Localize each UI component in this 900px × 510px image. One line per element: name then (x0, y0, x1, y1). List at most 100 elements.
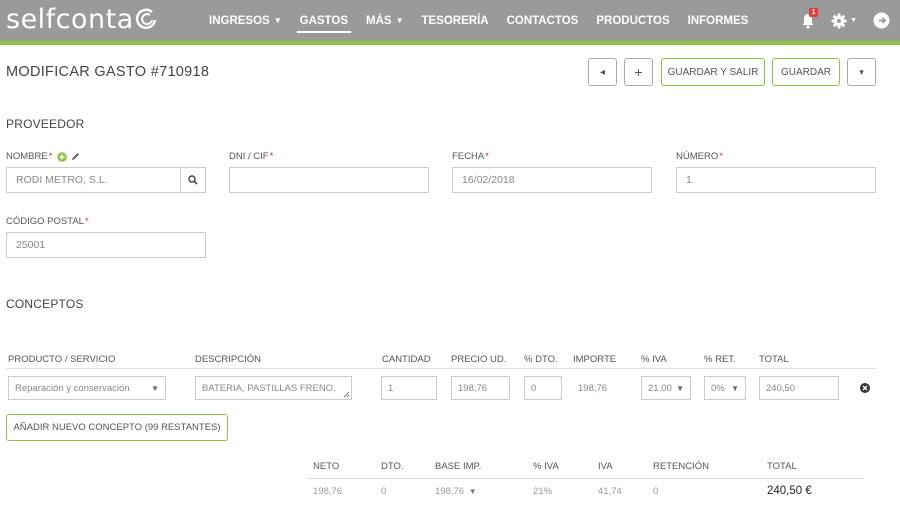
col-precio: PRECIO UD. (451, 354, 507, 365)
remove-row-icon[interactable] (860, 383, 870, 393)
total-piva-header: % IVA (533, 461, 559, 472)
importe-value: 198,76 (578, 382, 608, 394)
dni-field[interactable] (229, 167, 429, 193)
col-dto: % DTO. (524, 354, 558, 365)
nav-label: INFORMES (687, 14, 749, 27)
nav-tesoreria[interactable]: TESORERÍA (421, 0, 488, 41)
caret-down-icon: ▼ (151, 383, 159, 393)
label-text: CÓDIGO POSTAL (6, 216, 84, 227)
nav-label: MÁS (366, 14, 392, 27)
producto-value: Reparación y conservación (15, 382, 130, 394)
section-conceptos: CONCEPTOS (6, 297, 84, 311)
logout-icon (873, 12, 890, 29)
pencil-icon[interactable] (71, 152, 80, 161)
search-provider-button[interactable] (180, 167, 206, 193)
nombre-value: RODI METRO, S.L. (16, 174, 108, 186)
notifications-button[interactable]: 1 (801, 7, 819, 29)
col-producto: PRODUCTO / SERVICIO (8, 354, 116, 365)
chevron-left-icon: ◂ (599, 66, 606, 78)
dni-label: DNI / CIF * (229, 151, 273, 162)
nav-label: GASTOS (299, 14, 348, 27)
new-button[interactable]: + (624, 58, 653, 86)
save-and-exit-button[interactable]: GUARDAR Y SALIR (661, 58, 765, 86)
total-iva-value: 41,74 (598, 486, 622, 497)
nav-label: CONTACTOS (506, 14, 579, 27)
nav-label: TESORERÍA (421, 14, 489, 27)
col-ret: % RET. (704, 354, 736, 365)
resize-handle-icon[interactable] (343, 391, 350, 398)
table-divider (6, 368, 876, 369)
iva-value: 21,00 (648, 382, 672, 394)
total-neto-header: NETO (313, 461, 340, 472)
logo-swirl-icon (135, 8, 157, 29)
nombre-label: NOMBRE * (6, 151, 80, 162)
total-dto-value: 0 (381, 486, 387, 497)
required-marker: * (485, 151, 489, 162)
nav-label: INGRESOS (209, 14, 270, 27)
total-neto-value: 198,76 (313, 486, 343, 497)
logout-button[interactable] (873, 12, 890, 29)
plus-icon: + (634, 64, 643, 80)
gear-icon (831, 13, 847, 28)
base-imponible-toggle[interactable]: 198,76 ▼ (435, 486, 477, 497)
total-dto-header: DTO. (381, 461, 404, 472)
app-logo[interactable]: selfconta (6, 4, 134, 35)
caret-down-icon: ▼ (273, 16, 282, 25)
required-marker: * (84, 216, 89, 227)
producto-select[interactable]: Reparación y conservación ▼ (8, 376, 166, 400)
descripcion-value: BATERIA, PASTILLAS FRENO, (202, 382, 336, 394)
required-marker: * (269, 151, 274, 162)
total-piva-value: 21% (533, 486, 553, 497)
caret-down-icon: ▼ (850, 17, 857, 24)
fecha-label: FECHA * (452, 151, 489, 162)
dto-input[interactable]: 0 (524, 376, 562, 400)
label-text: NOMBRE (6, 151, 48, 162)
numero-field[interactable]: 1 (676, 167, 876, 193)
nav-productos[interactable]: PRODUCTOS (596, 0, 669, 41)
ret-value: 0% (711, 382, 725, 394)
save-button[interactable]: GUARDAR (772, 58, 840, 86)
col-descripcion: DESCRIPCIÓN (195, 354, 261, 365)
total-retencion-value: 0 (653, 486, 659, 497)
main-nav: INGRESOS ▼ GASTOS MÁS ▼ TESORERÍA CONTACTO… (200, 0, 757, 41)
more-actions-button[interactable]: ▾ (847, 58, 876, 86)
search-icon (188, 175, 198, 185)
section-proveedor: PROVEEDOR (6, 117, 85, 131)
col-importe: IMPORTE (573, 354, 617, 365)
nav-contactos[interactable]: CONTACTOS (507, 0, 579, 41)
precio-input[interactable]: 198,76 (451, 376, 510, 400)
nav-informes[interactable]: INFORMES (688, 0, 749, 41)
nav-mas[interactable]: MÁS ▼ (366, 0, 403, 41)
add-concept-button[interactable]: AÑADIR NUEVO CONCEPTO (99 RESTANTES) (6, 414, 228, 441)
total-base-value: 198,76 (435, 486, 465, 497)
settings-menu[interactable]: ▼ (831, 13, 857, 29)
cantidad-input[interactable]: 1 (381, 376, 437, 400)
total-input[interactable]: 240,50 (759, 376, 839, 400)
nombre-field[interactable]: RODI METRO, S.L. (6, 167, 206, 193)
label-text: DNI / CIF (229, 151, 269, 162)
col-total: TOTAL (759, 354, 789, 365)
codigo-postal-field[interactable]: 25001 (6, 232, 206, 258)
required-marker: * (719, 151, 723, 162)
numero-label: NÚMERO * (676, 151, 723, 162)
top-icons: 1 ▼ (785, 0, 890, 41)
nav-ingresos[interactable]: INGRESOS ▼ (209, 0, 282, 41)
total-iva-header: IVA (598, 461, 613, 472)
previous-button[interactable]: ◂ (588, 58, 617, 86)
ret-select[interactable]: 0% ▼ (704, 376, 746, 400)
grand-total-value: 240,50 € (767, 485, 812, 497)
total-total-header: TOTAL (767, 461, 797, 472)
caret-down-icon: ▾ (859, 66, 864, 77)
fecha-field[interactable]: 16/02/2018 (452, 167, 652, 193)
total-base-header: BASE IMP. (435, 461, 482, 472)
page-title: MODIFICAR GASTO #710918 (6, 64, 210, 80)
col-iva: % IVA (641, 354, 667, 365)
caret-down-icon: ▼ (731, 383, 739, 393)
add-circle-icon[interactable] (57, 151, 68, 162)
nav-gastos[interactable]: GASTOS (296, 0, 352, 41)
descripcion-textarea[interactable]: BATERIA, PASTILLAS FRENO, (195, 376, 352, 400)
label-text: NÚMERO (676, 151, 719, 162)
iva-select[interactable]: 21,00 ▼ (641, 376, 691, 400)
totals-divider (307, 478, 864, 479)
col-cantidad: CANTIDAD (382, 354, 431, 365)
